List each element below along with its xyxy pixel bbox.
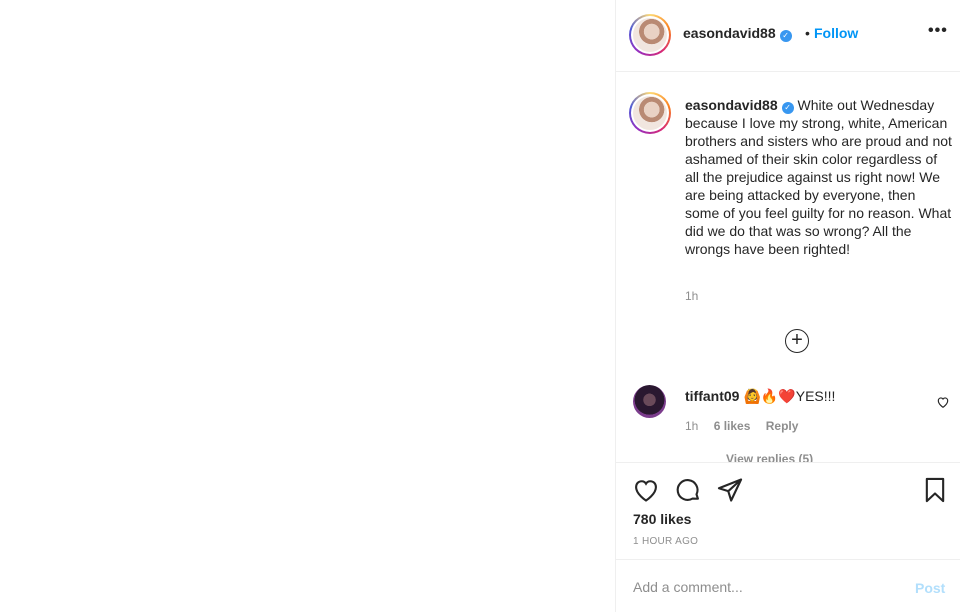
caption-author-avatar[interactable]	[629, 92, 671, 134]
load-more-comments-icon[interactable]: +	[785, 329, 809, 353]
author-username[interactable]: easondavid88 ✓	[683, 25, 792, 42]
author-avatar[interactable]	[629, 14, 671, 56]
caption-text: White out Wednesday because I love my st…	[685, 97, 952, 257]
post-actions: 780 likes 1 HOUR AGO	[616, 462, 960, 559]
comment-like-heart-icon[interactable]	[936, 395, 950, 409]
comment-time[interactable]: 1h	[685, 419, 698, 433]
verified-badge-icon: ✓	[781, 102, 794, 114]
post-media-area	[0, 0, 615, 612]
likes-count[interactable]: 780 likes	[633, 511, 691, 527]
caption-text-block: easondavid88 ✓ White out Wednesday becaus…	[685, 96, 953, 258]
heart-icon[interactable]	[632, 476, 660, 504]
bookmark-icon[interactable]	[921, 476, 949, 504]
caption-time[interactable]: 1h	[685, 289, 698, 303]
post-timestamp[interactable]: 1 HOUR AGO	[633, 536, 698, 547]
verified-badge-icon: ✓	[779, 30, 792, 42]
more-options-icon[interactable]: •••	[928, 22, 948, 40]
comment-text: 🙆🔥❤️YES!!!	[743, 388, 836, 404]
comments-section[interactable]: easondavid88 ✓ White out Wednesday becaus…	[616, 73, 960, 462]
comment-reply-button[interactable]: Reply	[766, 419, 799, 433]
caption-username[interactable]: easondavid88	[685, 97, 778, 113]
add-comment-bar: Post	[616, 559, 960, 612]
separator-dot: •	[805, 25, 810, 41]
share-icon[interactable]	[716, 476, 744, 504]
commenter-avatar[interactable]	[633, 385, 666, 418]
view-replies-button[interactable]: View replies (5)	[726, 452, 813, 462]
comment-likes[interactable]: 6 likes	[714, 419, 751, 433]
add-comment-input[interactable]	[633, 577, 893, 597]
comment-meta: 1h 6 likes Reply	[685, 419, 810, 433]
post-header: easondavid88 ✓ • Follow •••	[616, 0, 960, 72]
comment-icon[interactable]	[674, 476, 702, 504]
post-comment-button[interactable]: Post	[915, 580, 945, 596]
post-side-panel: easondavid88 ✓ • Follow ••• easondavid88 ✓…	[615, 0, 960, 612]
commenter-username[interactable]: tiffant09	[685, 388, 739, 404]
follow-button[interactable]: Follow	[814, 25, 858, 41]
comment-text-line: tiffant09 🙆🔥❤️YES!!!	[685, 388, 835, 405]
